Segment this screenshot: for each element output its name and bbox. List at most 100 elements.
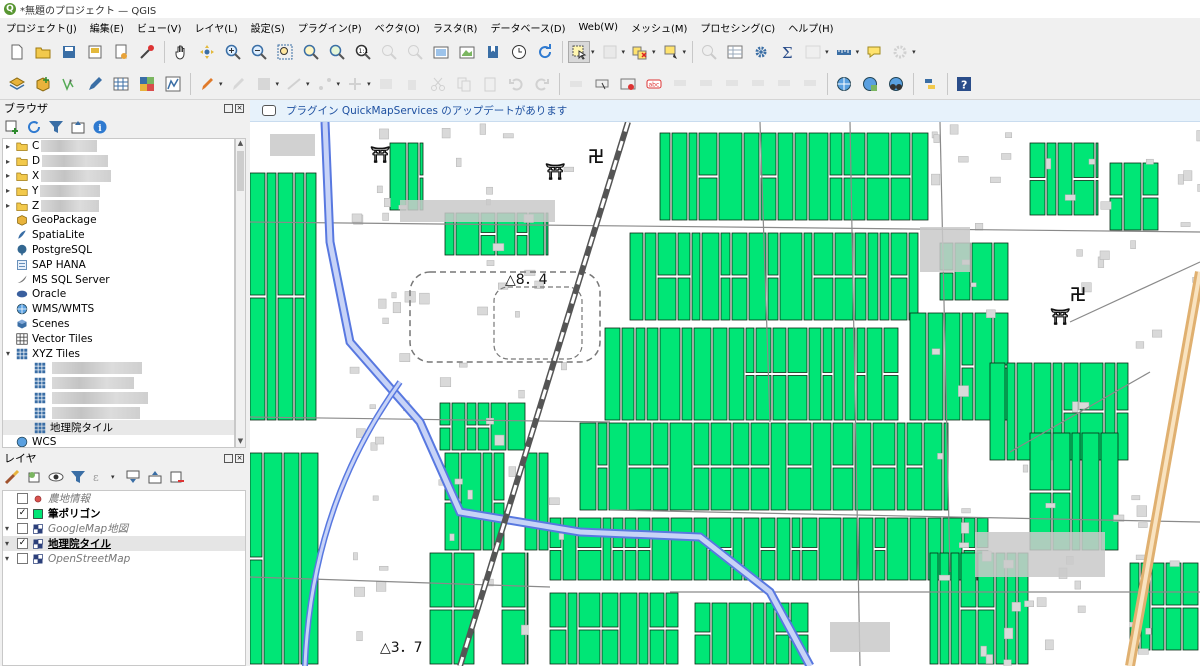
menu-item-0[interactable]: プロジェクト(J): [6, 20, 77, 35]
zoom-last-icon[interactable]: [378, 41, 400, 63]
browser-item-0[interactable]: ▸ C: [3, 139, 234, 154]
layer-row[interactable]: ▾ OpenStreetMap: [3, 551, 245, 566]
highlight-label-icon[interactable]: [669, 73, 691, 95]
layer-visibility-checkbox[interactable]: ✓: [17, 508, 28, 519]
new-map-view-icon[interactable]: [430, 41, 452, 63]
filter-by-expression-icon[interactable]: ε: [92, 469, 108, 485]
menu-item-8[interactable]: データベース(D): [490, 20, 565, 35]
edit-attributes-icon[interactable]: [375, 73, 397, 95]
browser-item-4[interactable]: ▸ Z: [3, 198, 234, 213]
browser-scrollbar[interactable]: ▲ ▼: [235, 138, 246, 448]
expand-down-icon[interactable]: ▾: [3, 554, 11, 563]
style-manager-icon[interactable]: [136, 41, 158, 63]
zoom-full-icon[interactable]: [274, 41, 296, 63]
help-icon[interactable]: ?: [953, 73, 975, 95]
expand-down-icon[interactable]: ▾: [3, 524, 11, 533]
add-xyz-layer-icon[interactable]: [110, 73, 132, 95]
scroll-up-icon[interactable]: ▲: [236, 139, 245, 149]
zoom-to-selection-icon[interactable]: [300, 41, 322, 63]
quickmapservices-icon[interactable]: [885, 73, 907, 95]
select-features-icon[interactable]: [568, 41, 590, 63]
layer-visibility-checkbox[interactable]: [17, 493, 28, 504]
cut-features-icon[interactable]: [427, 73, 449, 95]
expand-down-icon[interactable]: ▾: [3, 349, 13, 358]
select-by-value-icon[interactable]: [599, 41, 621, 63]
browser-item-8[interactable]: SAP HANA: [3, 257, 234, 272]
vertex-tool-icon[interactable]: [314, 73, 336, 95]
add-vector-layer-icon[interactable]: [162, 73, 184, 95]
browser-item-16[interactable]: WCS: [3, 435, 234, 447]
layer-row[interactable]: ✓ 筆ポリゴン: [3, 506, 245, 521]
copy-features-icon[interactable]: [453, 73, 475, 95]
menu-item-12[interactable]: ヘルプ(H): [788, 20, 833, 35]
layer-row[interactable]: ▾ GoogleMap地図: [3, 521, 245, 536]
label-pin-icon[interactable]: [591, 73, 613, 95]
browser-item-15[interactable]: 地理院タイル: [3, 420, 234, 435]
expand-down-icon[interactable]: ▾: [3, 539, 11, 548]
map-tips-icon[interactable]: [863, 41, 885, 63]
scroll-down-icon[interactable]: ▼: [236, 437, 245, 447]
map-canvas[interactable]: ⛩ ⛩ 卍 ⛩ 卍 △8．4 △3．7: [250, 122, 1200, 666]
globe-search-icon[interactable]: [833, 73, 855, 95]
close-panel-icon[interactable]: ×: [235, 453, 244, 463]
browser-item-12[interactable]: Scenes: [3, 317, 234, 332]
rotate-label-icon[interactable]: [773, 73, 795, 95]
browser-item-5[interactable]: GeoPackage: [3, 213, 234, 228]
delete-selected-icon[interactable]: [401, 73, 423, 95]
bookmarks-icon[interactable]: [482, 41, 504, 63]
browser-item-14[interactable]: ▾ XYZ Tiles: [3, 346, 234, 361]
show-hide-labels-icon[interactable]: [721, 73, 743, 95]
expand-right-icon[interactable]: ▸: [3, 186, 13, 195]
zoom-in-icon[interactable]: [222, 41, 244, 63]
current-edits-icon[interactable]: [196, 73, 218, 95]
menu-item-6[interactable]: ベクタ(O): [375, 20, 420, 35]
add-selected-layers-icon[interactable]: [4, 119, 20, 135]
layout-manager-icon[interactable]: [110, 41, 132, 63]
manage-map-themes-icon[interactable]: [48, 469, 64, 485]
toggle-editing-icon[interactable]: [227, 73, 249, 95]
layer-visibility-checkbox[interactable]: [17, 553, 28, 564]
add-group-icon[interactable]: [26, 469, 42, 485]
zoom-out-icon[interactable]: [248, 41, 270, 63]
browser-item-13[interactable]: Vector Tiles: [3, 331, 234, 346]
filter-browser-icon[interactable]: [48, 119, 64, 135]
measure-icon[interactable]: [833, 41, 855, 63]
browser-item-11[interactable]: WMS/WMTS: [3, 302, 234, 317]
data-source-manager-icon[interactable]: [6, 73, 28, 95]
xyz-tile-redacted-item[interactable]: [3, 361, 234, 376]
new-project-icon[interactable]: [6, 41, 28, 63]
zoom-next-icon[interactable]: [404, 41, 426, 63]
open-attribute-table-icon[interactable]: [724, 41, 746, 63]
new-3d-map-view-icon[interactable]: [456, 41, 478, 63]
undo-icon[interactable]: [505, 73, 527, 95]
identify-icon[interactable]: [698, 41, 720, 63]
menu-item-3[interactable]: レイヤ(L): [195, 20, 238, 35]
menu-item-5[interactable]: プラグイン(P): [298, 20, 362, 35]
digitize-line-icon[interactable]: [283, 73, 305, 95]
browser-item-6[interactable]: SpatiaLite: [3, 228, 234, 243]
digitize-pen-icon[interactable]: [84, 73, 106, 95]
browser-item-1[interactable]: ▸ D: [3, 154, 234, 169]
browser-item-7[interactable]: PostgreSQL: [3, 243, 234, 258]
menu-item-1[interactable]: 編集(E): [90, 20, 124, 35]
layer-row[interactable]: ▾ ✓ 地理院タイル: [3, 536, 245, 551]
collapse-all-layers-icon[interactable]: [147, 469, 163, 485]
save-edits-icon[interactable]: [253, 73, 275, 95]
menu-item-7[interactable]: ラスタ(R): [433, 20, 478, 35]
expand-right-icon[interactable]: ▸: [3, 142, 13, 151]
float-panel-icon[interactable]: [224, 103, 233, 113]
pin-label-icon[interactable]: [695, 73, 717, 95]
browser-item-2[interactable]: ▸ X: [3, 169, 234, 184]
pan-to-selection-icon[interactable]: [196, 41, 218, 63]
layer-styling-icon[interactable]: [4, 469, 20, 485]
move-feature-icon[interactable]: [344, 73, 366, 95]
add-raster-layer-icon[interactable]: [136, 73, 158, 95]
zoom-native-icon[interactable]: 1:1: [352, 41, 374, 63]
new-geopackage-layer-icon[interactable]: [32, 73, 54, 95]
globe-layer-icon[interactable]: [859, 73, 881, 95]
xyz-tile-redacted-item[interactable]: [3, 405, 234, 420]
scroll-thumb[interactable]: [237, 151, 244, 191]
menu-item-4[interactable]: 設定(S): [251, 20, 285, 35]
zoom-to-layer-icon[interactable]: [326, 41, 348, 63]
float-panel-icon[interactable]: [224, 453, 233, 463]
